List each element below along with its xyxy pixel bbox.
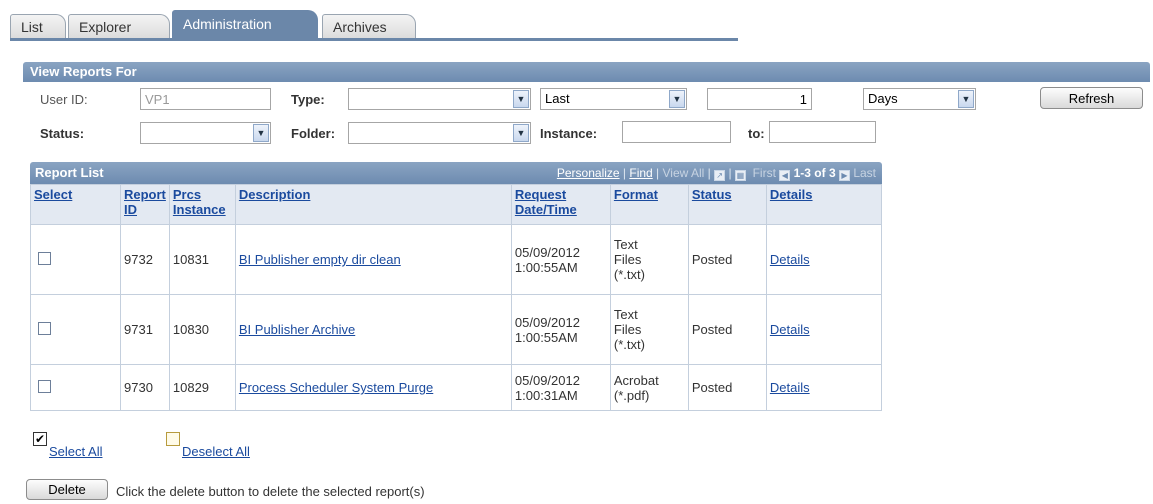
- description-cell: Process Scheduler System Purge: [234, 364, 512, 411]
- tab-list[interactable]: List: [10, 14, 66, 38]
- description-link[interactable]: Process Scheduler System Purge: [239, 380, 433, 395]
- instance-from-input[interactable]: [622, 121, 731, 143]
- range-unit-value: Days: [868, 91, 898, 106]
- view-reports-header: View Reports For: [23, 62, 1150, 82]
- first-link[interactable]: First: [753, 166, 776, 180]
- user-id-input[interactable]: [140, 88, 271, 110]
- details-link[interactable]: Details: [770, 252, 810, 267]
- range-count-input[interactable]: [707, 88, 812, 110]
- instance-cell: 10829: [168, 364, 236, 411]
- table-row: 9731 10830 BI Publisher Archive 05/09/20…: [30, 294, 883, 365]
- range-unit-select[interactable]: Days ▼: [863, 88, 976, 110]
- last-link[interactable]: Last: [853, 166, 876, 180]
- page-info: 1-3 of 3: [793, 166, 836, 180]
- report-list-table: Select Report ID Prcs Instance Description…: [30, 184, 883, 411]
- report-id-cell: 9732: [120, 224, 170, 295]
- instance-cell: 10830: [168, 294, 236, 365]
- next-arrow-icon[interactable]: ▶: [838, 170, 850, 181]
- deselect-all-link[interactable]: Deselect All: [182, 444, 250, 459]
- checkmark-icon[interactable]: ✔: [33, 432, 47, 446]
- description-cell: BI Publisher empty dir clean: [234, 224, 512, 295]
- tab-archives[interactable]: Archives: [322, 14, 416, 38]
- new-window-icon[interactable]: ↗: [714, 170, 726, 181]
- find-link[interactable]: Find: [629, 166, 652, 180]
- row-checkbox[interactable]: [38, 321, 51, 335]
- instance-cell: 10831: [168, 224, 236, 295]
- tab-explorer[interactable]: Explorer: [68, 14, 170, 38]
- col-details[interactable]: Details: [765, 184, 883, 225]
- report-id-cell: 9730: [120, 364, 170, 411]
- col-report-id[interactable]: Report ID: [120, 184, 170, 225]
- col-format[interactable]: Format: [609, 184, 689, 225]
- col-request-datetime[interactable]: Request Date/Time: [510, 184, 611, 225]
- type-label: Type:: [291, 92, 325, 107]
- range-select[interactable]: Last ▼: [540, 88, 687, 110]
- chevron-down-icon: ▼: [669, 90, 685, 108]
- view-all-link[interactable]: View All: [663, 166, 705, 180]
- select-cell: [30, 294, 121, 365]
- instance-to-input[interactable]: [769, 121, 876, 143]
- select-all-link[interactable]: Select All: [49, 444, 102, 459]
- to-label: to:: [748, 126, 765, 141]
- status-select[interactable]: ▼: [140, 122, 271, 144]
- table-header-row: Select Report ID Prcs Instance Description…: [30, 184, 883, 225]
- format-cell: Acrobat (*.pdf): [609, 364, 689, 411]
- folder-select[interactable]: ▼: [348, 122, 531, 144]
- datetime-cell: 05/09/2012 1:00:31AM: [510, 364, 611, 411]
- col-select[interactable]: Select: [30, 184, 121, 225]
- download-grid-icon[interactable]: ▦: [734, 170, 746, 181]
- row-checkbox[interactable]: [38, 251, 51, 265]
- status-label: Status:: [40, 126, 85, 141]
- user-id-label: User ID:: [40, 92, 88, 107]
- type-select[interactable]: ▼: [348, 88, 531, 110]
- format-cell: Text Files (*.txt): [609, 224, 689, 295]
- table-row: 9732 10831 BI Publisher empty dir clean …: [30, 224, 883, 295]
- chevron-down-icon: ▼: [513, 124, 529, 142]
- status-cell: Posted: [687, 224, 767, 295]
- report-list-header: Report List Personalize | Find | View Al…: [30, 162, 882, 184]
- refresh-button[interactable]: Refresh: [1040, 87, 1143, 109]
- report-id-cell: 9731: [120, 294, 170, 365]
- range-select-value: Last: [545, 91, 570, 106]
- previous-arrow-icon[interactable]: ◀: [779, 170, 791, 181]
- status-cell: Posted: [687, 364, 767, 411]
- chevron-down-icon: ▼: [253, 124, 269, 142]
- col-status[interactable]: Status: [687, 184, 767, 225]
- col-prcs-instance[interactable]: Prcs Instance: [168, 184, 236, 225]
- instance-label: Instance:: [540, 126, 598, 141]
- description-cell: BI Publisher Archive: [234, 294, 512, 365]
- chevron-down-icon: ▼: [513, 90, 529, 108]
- select-cell: [30, 364, 121, 411]
- status-cell: Posted: [687, 294, 767, 365]
- details-cell: Details: [765, 294, 883, 365]
- report-list-title: Report List: [35, 165, 104, 180]
- table-row: 9730 10829 Process Scheduler System Purg…: [30, 364, 883, 411]
- details-cell: Details: [765, 224, 883, 295]
- personalize-link[interactable]: Personalize: [557, 166, 620, 180]
- format-cell: Text Files (*.txt): [609, 294, 689, 365]
- description-link[interactable]: BI Publisher empty dir clean: [239, 252, 401, 267]
- details-cell: Details: [765, 364, 883, 411]
- details-link[interactable]: Details: [770, 322, 810, 337]
- delete-button[interactable]: Delete: [26, 479, 108, 500]
- select-cell: [30, 224, 121, 295]
- col-description[interactable]: Description: [234, 184, 512, 225]
- details-link[interactable]: Details: [770, 380, 810, 395]
- row-checkbox[interactable]: [38, 379, 51, 393]
- description-link[interactable]: BI Publisher Archive: [239, 322, 355, 337]
- grid-navigation: Personalize | Find | View All | ↗ | ▦ Fi…: [556, 166, 876, 181]
- datetime-cell: 05/09/2012 1:00:55AM: [510, 224, 611, 295]
- chevron-down-icon: ▼: [958, 90, 974, 108]
- delete-instructions: Click the delete button to delete the se…: [116, 484, 425, 499]
- tab-administration[interactable]: Administration: [172, 10, 318, 40]
- tab-bar: List Explorer Administration Archives: [10, 10, 738, 41]
- empty-checkbox-icon[interactable]: [166, 432, 180, 446]
- folder-label: Folder:: [291, 126, 336, 141]
- datetime-cell: 05/09/2012 1:00:55AM: [510, 294, 611, 365]
